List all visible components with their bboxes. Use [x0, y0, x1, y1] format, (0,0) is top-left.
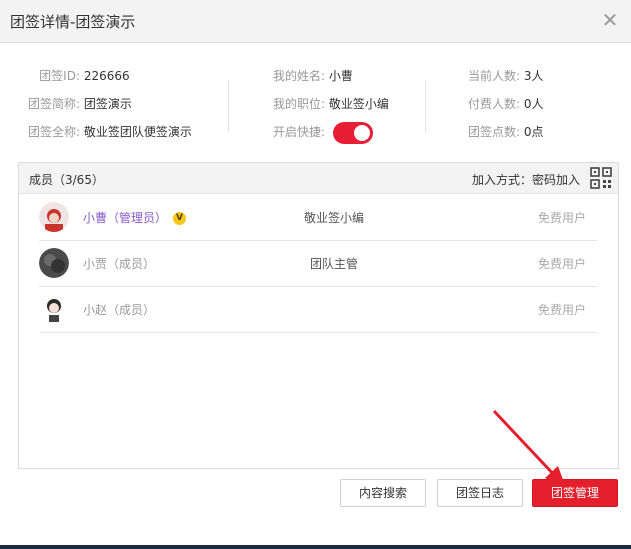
team-short-name-row: 团签简称: 团签演示	[0, 96, 132, 112]
team-full-name-row: 团签全称: 敬业签团队便签演示	[0, 124, 192, 140]
qr-code-icon[interactable]	[590, 167, 612, 189]
points-value: 0点	[523, 125, 544, 139]
paid-count-row: 付费人数: 0人	[460, 96, 544, 112]
shortcut-label: 开启快捷:	[272, 125, 325, 139]
divider	[228, 80, 229, 132]
member-row[interactable]: 小曹（管理员） V 敬业签小编 免费用户	[39, 194, 598, 241]
member-role: 敬业签小编	[303, 211, 364, 225]
team-manage-button[interactable]: 团签管理	[532, 479, 618, 507]
member-name: 小赵（成员）	[83, 303, 156, 317]
toggle-knob	[353, 124, 370, 141]
my-name-label: 我的姓名:	[272, 69, 325, 83]
shortcut-toggle[interactable]	[332, 121, 373, 144]
member-name-text: 小曹（管理员）	[83, 211, 168, 225]
member-role: 团队主管	[309, 257, 358, 271]
member-row[interactable]: 小赵（成员） 免费用户	[39, 286, 598, 333]
paid-count-value: 0人	[523, 97, 544, 111]
vip-badge-icon: V	[173, 212, 187, 225]
members-title: 成员（3/65）	[29, 173, 104, 187]
avatar	[39, 248, 69, 278]
my-position-row: 我的职位: 敬业签小编	[265, 96, 389, 112]
team-id-label: 团签ID:	[39, 69, 80, 83]
team-log-button[interactable]: 团签日志	[437, 479, 523, 507]
title-bar: 团签详情-团签演示 ✕	[0, 0, 631, 43]
members-header: 成员（3/65） 加入方式：密码加入	[19, 163, 618, 194]
member-name: 小曹（管理员） V	[83, 209, 187, 226]
current-count-value: 3人	[523, 69, 544, 83]
members-panel: 成员（3/65） 加入方式：密码加入 小曹（管理员） V 敬业签小编 免费用户 …	[18, 162, 619, 469]
team-short-name-label: 团签简称:	[27, 97, 80, 111]
bottom-edge	[0, 545, 631, 549]
avatar	[39, 294, 69, 324]
my-position-value: 敬业签小编	[328, 97, 389, 111]
team-id-row: 团签ID: 226666	[0, 68, 130, 84]
member-type: 免费用户	[537, 211, 586, 225]
member-row[interactable]: 小贾（成员） 团队主管 免费用户	[39, 240, 598, 287]
team-short-name-value: 团签演示	[83, 97, 132, 111]
points-label: 团签点数:	[467, 125, 520, 139]
team-full-name-value: 敬业签团队便签演示	[83, 125, 192, 139]
divider	[425, 80, 426, 132]
avatar	[39, 202, 69, 232]
my-name-row: 我的姓名: 小曹	[265, 68, 353, 84]
my-name-value: 小曹	[328, 69, 353, 83]
join-method: 加入方式：密码加入	[471, 173, 580, 187]
window-title: 团签详情-团签演示	[10, 13, 136, 31]
content-search-button[interactable]: 内容搜索	[340, 479, 426, 507]
member-name: 小贾（成员）	[83, 257, 156, 271]
current-count-label: 当前人数:	[467, 69, 520, 83]
my-position-label: 我的职位:	[272, 97, 325, 111]
team-full-name-label: 团签全称:	[27, 125, 80, 139]
shortcut-row: 开启快捷:	[265, 121, 373, 144]
team-id-value: 226666	[83, 69, 130, 83]
points-row: 团签点数: 0点	[460, 124, 544, 140]
paid-count-label: 付费人数:	[467, 97, 520, 111]
close-icon[interactable]: ✕	[599, 9, 621, 31]
member-type: 免费用户	[537, 303, 586, 317]
member-type: 免费用户	[537, 257, 586, 271]
current-count-row: 当前人数: 3人	[460, 68, 544, 84]
